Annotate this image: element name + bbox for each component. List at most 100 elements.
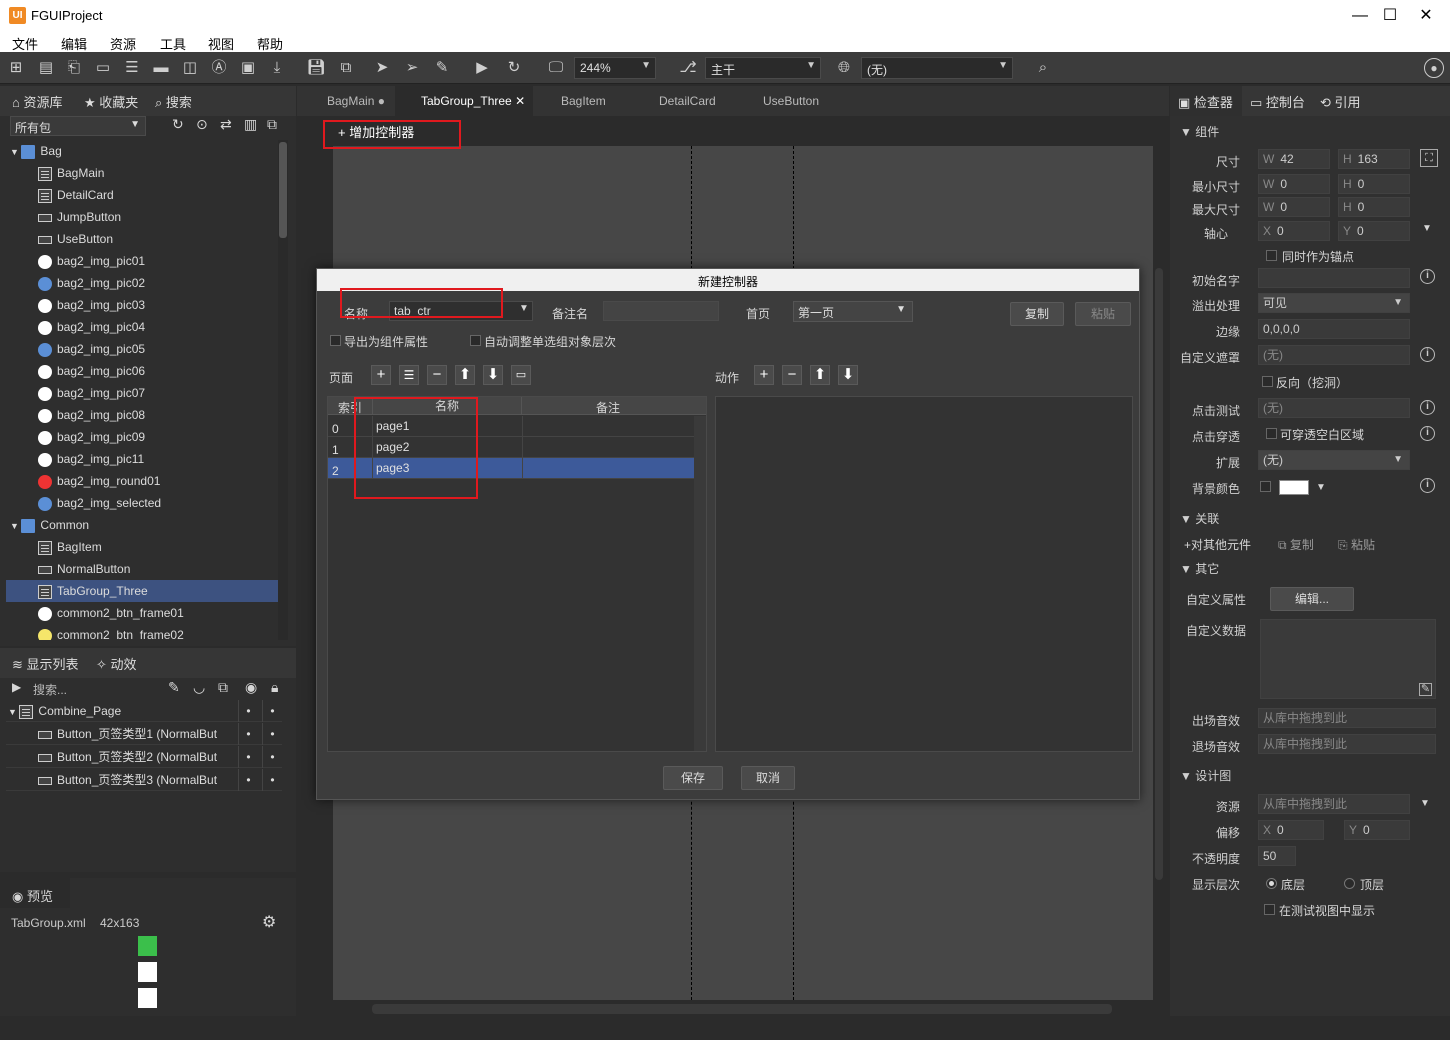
menu-help[interactable]: 帮助 [257, 34, 283, 53]
move-up-icon[interactable]: ⬆ [455, 365, 475, 385]
overflow-select[interactable]: 可见 ▼ [1258, 293, 1410, 313]
opacity-input[interactable]: 50 [1258, 846, 1296, 866]
canvas-vscrollbar[interactable] [1155, 268, 1163, 880]
hit-test-input[interactable]: (无) [1258, 398, 1410, 418]
tree-item[interactable]: bag2_img_pic11 [6, 448, 282, 470]
offset-x-input[interactable]: X0 [1258, 820, 1324, 840]
other-section[interactable]: ▼ 其它 [1180, 560, 1219, 577]
tree-item[interactable]: bag2_img_selected [6, 492, 282, 514]
tree-item[interactable]: bag2_img_pic03 [6, 294, 282, 316]
move-down-icon[interactable]: ⬇ [483, 365, 503, 385]
language-select[interactable]: (无) ▼ [861, 57, 1013, 79]
anchor-checkbox[interactable] [1266, 250, 1277, 261]
tree-item[interactable]: bag2_img_pic07 [6, 382, 282, 404]
action-down-icon[interactable]: ⬇ [838, 365, 858, 385]
eye-icon[interactable]: ◉ [245, 679, 257, 696]
minimize-button[interactable]: — [1350, 6, 1370, 26]
min-width-input[interactable]: W0 [1258, 174, 1330, 194]
pivot-x-input[interactable]: X0 [1258, 221, 1330, 241]
branch-select[interactable]: 主干 ▼ [705, 57, 821, 79]
chevron-down-icon[interactable]: ▼ [519, 303, 529, 314]
user-avatar-icon[interactable]: ● [1424, 58, 1444, 78]
tree-item[interactable]: bag2_img_pic09 [6, 426, 282, 448]
tree-item[interactable]: TabGroup_Three [6, 580, 282, 602]
tab-library[interactable]: ⌂ 资源库 [12, 92, 62, 111]
globe-icon[interactable]: 🌐︎ [834, 58, 854, 78]
tab-display-list[interactable]: ≋ 显示列表 [12, 654, 79, 673]
doc-tab-tabgroup-three[interactable]: TabGroup_Three ✕ [395, 86, 533, 116]
publish-settings-icon[interactable]: ✎ [432, 58, 452, 78]
import-icon[interactable]: ⤓ [267, 58, 287, 78]
copy-icon[interactable]: ⧉ [267, 116, 277, 133]
tree-item[interactable]: bag2_img_pic05 [6, 338, 282, 360]
publish-all-icon[interactable]: ➢ [402, 58, 422, 78]
doc-tab-usebutton[interactable]: UseButton [737, 86, 841, 116]
component-section[interactable]: ▼ 组件 [1180, 123, 1219, 140]
tab-transitions[interactable]: ✧ 动效 [96, 654, 137, 673]
display-list-item[interactable]: Button_页签类型1 (NormalBut • • [6, 723, 282, 745]
new-component-icon[interactable]: ▤ [36, 58, 56, 78]
tree-item[interactable]: BagMain [6, 162, 282, 184]
menu-edit[interactable]: 编辑 [61, 34, 87, 53]
collapse-icon[interactable]: ▭ [511, 365, 531, 385]
reverse-mask-checkbox[interactable] [1262, 376, 1273, 387]
menu-tools[interactable]: 工具 [160, 34, 186, 53]
canvas-hscrollbar[interactable] [372, 1004, 1112, 1014]
display-search-input[interactable]: 搜索... [33, 681, 67, 698]
play-icon[interactable]: ▶ [472, 58, 492, 78]
test-view-checkbox[interactable] [1264, 904, 1275, 915]
expand-icon[interactable]: ▶ [12, 680, 21, 694]
max-height-input[interactable]: H0 [1338, 197, 1410, 217]
expand-arrow-icon[interactable]: ▼ [10, 147, 21, 157]
home-page-select[interactable]: 第一页 ▼ [793, 301, 913, 322]
display-list-item[interactable]: Button_页签类型2 (NormalBut • • [6, 746, 282, 768]
tree-item[interactable]: bag2_img_pic04 [6, 316, 282, 338]
menu-file[interactable]: 文件 [12, 34, 38, 53]
visibility-dot[interactable]: • [238, 723, 258, 745]
tab-inspector[interactable]: ▣ 检查器 [1178, 92, 1233, 111]
visibility-dot[interactable]: • [262, 746, 282, 768]
add-page-icon[interactable]: + [371, 365, 391, 385]
doc-tab-detailcard[interactable]: DetailCard [633, 86, 735, 116]
new-package-icon[interactable]: ⊞ [6, 58, 26, 78]
remark-input[interactable] [603, 301, 719, 321]
tree-item[interactable]: NormalButton [6, 558, 282, 580]
save-icon[interactable]: 💾︎ [306, 58, 326, 78]
menu-view[interactable]: 视图 [208, 34, 234, 53]
tree-item[interactable]: bag2_img_round01 [6, 470, 282, 492]
restore-size-icon[interactable]: ⛶ [1420, 149, 1438, 167]
auto-adjust-checkbox[interactable] [470, 335, 481, 346]
new-progress-icon[interactable]: ▬ [151, 58, 171, 78]
design-section[interactable]: ▼ 设计图 [1180, 767, 1231, 784]
tree-item[interactable]: bag2_img_pic01 [6, 250, 282, 272]
relation-section[interactable]: ▼ 关联 [1180, 510, 1219, 527]
locate-icon[interactable]: ⊙ [196, 116, 208, 133]
new-slider-icon[interactable]: ◫ [180, 58, 200, 78]
close-button[interactable]: ✕ [1416, 6, 1436, 26]
bg-color-swatch[interactable] [1279, 480, 1309, 495]
visibility-dot[interactable]: • [238, 700, 258, 722]
chevron-down-icon[interactable]: ▼ [1420, 798, 1430, 809]
tree-folder[interactable]: ▼ Bag [6, 140, 282, 162]
visibility-dot[interactable]: • [262, 723, 282, 745]
display-list-item[interactable]: Button_页签类型3 (NormalBut • • [6, 769, 282, 791]
visibility-dot[interactable]: • [238, 769, 258, 791]
edit-icon[interactable]: ✎ [1419, 683, 1432, 696]
init-name-input[interactable] [1258, 268, 1410, 288]
tree-item[interactable]: bag2_img_pic02 [6, 272, 282, 294]
tree-item[interactable]: bag2_img_pic08 [6, 404, 282, 426]
info-icon[interactable]: i [1420, 478, 1435, 493]
edit-icon[interactable]: ✎ [168, 679, 180, 696]
library-scrollbar[interactable] [278, 140, 288, 640]
tree-item[interactable]: DetailCard [6, 184, 282, 206]
pivot-y-input[interactable]: Y0 [1338, 221, 1410, 241]
doc-tab-bagmain[interactable]: BagMain ● [301, 86, 393, 116]
action-up-icon[interactable]: ⬆ [810, 365, 830, 385]
visibility-dot[interactable]: • [238, 746, 258, 768]
paste-relation-button[interactable]: ⎘ 粘贴 [1338, 536, 1375, 553]
bg-color-checkbox[interactable] [1260, 481, 1271, 492]
min-height-input[interactable]: H0 [1338, 174, 1410, 194]
info-icon[interactable]: i [1420, 347, 1435, 362]
edit-properties-button[interactable]: 编辑... [1270, 587, 1354, 611]
add-relation-button[interactable]: +对其他元件 [1184, 536, 1251, 553]
